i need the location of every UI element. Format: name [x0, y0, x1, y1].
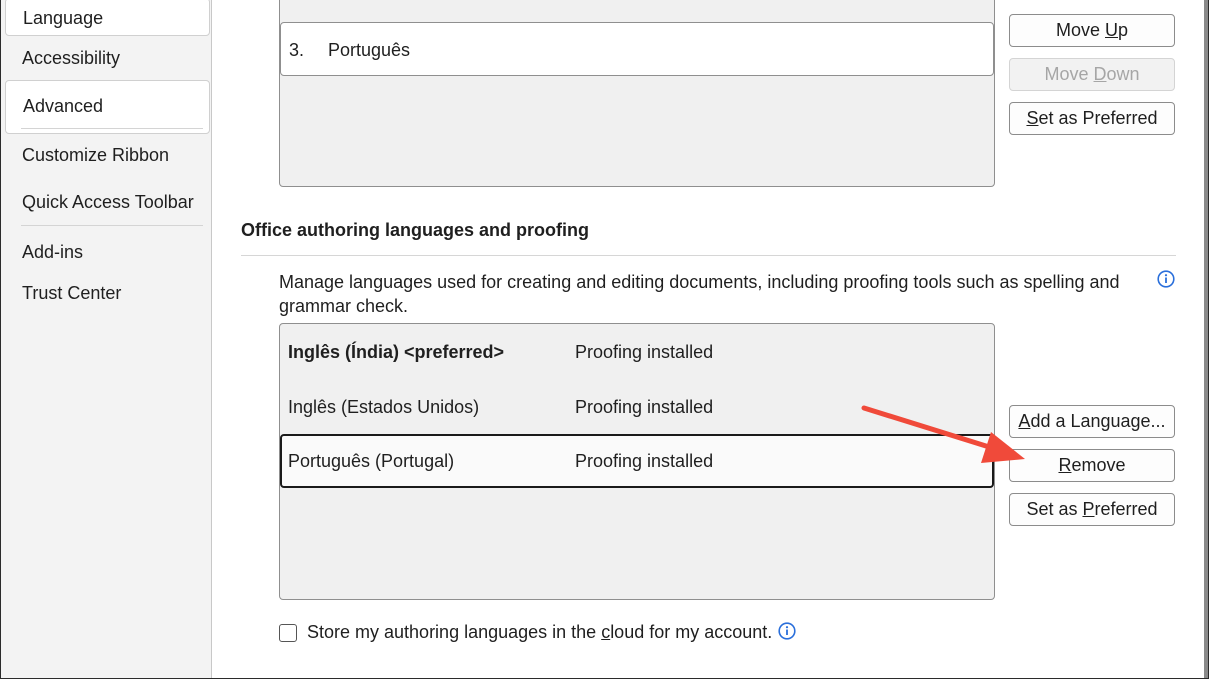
list-item[interactable]: 3. Português	[280, 22, 994, 76]
sidebar-item-language[interactable]: Language	[5, 0, 210, 36]
list-item[interactable]: Inglês (Estados Unidos) Proofing install…	[280, 380, 992, 434]
sidebar-item-trust-center[interactable]: Trust Center	[5, 274, 210, 312]
info-icon[interactable]	[1157, 270, 1175, 288]
authoring-language-list[interactable]: Inglês (Índia) <preferred> Proofing inst…	[279, 323, 995, 600]
list-item-selected[interactable]: Português (Portugal) Proofing installed	[280, 434, 994, 488]
proofing-status: Proofing installed	[575, 451, 714, 471]
info-icon[interactable]	[778, 622, 796, 640]
proofing-status: Proofing installed	[575, 342, 714, 362]
set-display-preferred-button[interactable]: Set as Preferred	[1009, 102, 1175, 135]
section-description: Manage languages used for creating and e…	[279, 272, 1120, 316]
cloud-storage-label[interactable]: Store my authoring languages in the clou…	[307, 622, 772, 643]
sidebar-item-quick-access-toolbar[interactable]: Quick Access Toolbar	[5, 183, 210, 221]
list-item-name: Português	[328, 40, 411, 60]
main-panel: 3. Português Move Up Move Down Set as Pr…	[212, 0, 1208, 678]
sidebar-item-advanced[interactable]: Advanced	[5, 80, 210, 134]
sidebar-divider	[21, 225, 203, 226]
section-title: Office authoring languages and proofing	[241, 220, 590, 240]
list-item[interactable]: Inglês (Índia) <preferred> Proofing inst…	[280, 325, 992, 379]
set-authoring-preferred-button[interactable]: Set as Preferred	[1009, 493, 1175, 526]
move-down-button[interactable]: Move Down	[1009, 58, 1175, 91]
add-language-button[interactable]: Add a Language...	[1009, 405, 1175, 438]
display-language-list[interactable]: 3. Português	[279, 0, 995, 187]
sidebar-item-accessibility[interactable]: Accessibility	[5, 39, 210, 77]
scrollbar[interactable]	[1204, 0, 1208, 678]
sidebar-item-add-ins[interactable]: Add-ins	[5, 233, 210, 271]
sidebar-divider	[21, 128, 203, 129]
sidebar: Language Accessibility Advanced Customiz…	[1, 0, 212, 678]
sidebar-item-customize-ribbon[interactable]: Customize Ribbon	[5, 136, 210, 174]
language-name: Inglês (Índia) <preferred>	[288, 342, 505, 362]
cloud-storage-checkbox[interactable]	[279, 624, 297, 642]
list-item-number: 3.	[289, 40, 305, 60]
language-name: Português (Portugal)	[288, 451, 455, 471]
section-divider	[241, 255, 1176, 256]
remove-button[interactable]: Remove	[1009, 449, 1175, 482]
options-window: Language Accessibility Advanced Customiz…	[0, 0, 1209, 679]
language-name: Inglês (Estados Unidos)	[288, 397, 480, 417]
proofing-status: Proofing installed	[575, 397, 714, 417]
move-up-button[interactable]: Move Up	[1009, 14, 1175, 47]
